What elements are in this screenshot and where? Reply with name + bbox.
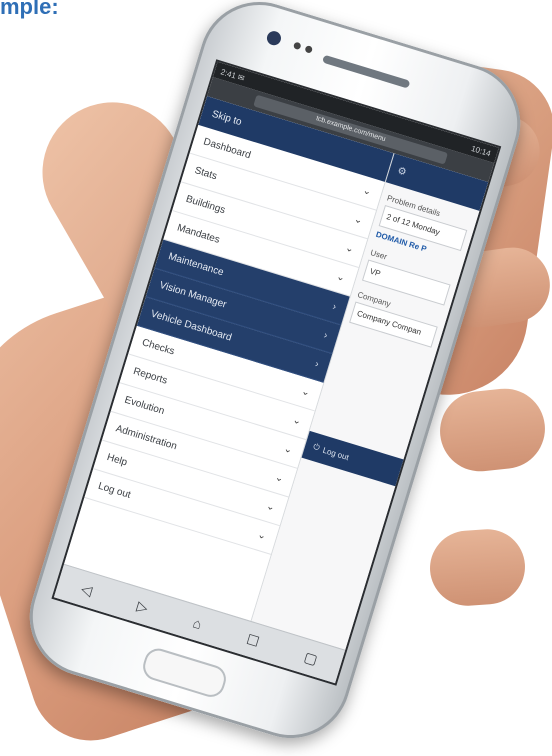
menu-item-label: Evolution bbox=[123, 394, 166, 418]
finger bbox=[427, 526, 528, 609]
menu-item-label: Log out bbox=[96, 480, 132, 501]
bookmarks-icon[interactable]: ☐ bbox=[244, 630, 262, 650]
back-icon[interactable]: ◁ bbox=[79, 580, 94, 599]
forward-icon[interactable]: ▷ bbox=[135, 597, 150, 616]
power-icon: ⏻ bbox=[312, 441, 321, 453]
page-caption: mple: bbox=[0, 0, 59, 19]
menu-item-label: Buildings bbox=[184, 193, 227, 217]
chevron-down-icon: ⌄ bbox=[335, 271, 347, 285]
home-icon[interactable]: ⌂ bbox=[191, 614, 204, 632]
menu-item-label: Reports bbox=[131, 365, 169, 387]
menu-item-label: Stats bbox=[193, 165, 219, 183]
chevron-down-icon: ⌄ bbox=[343, 242, 356, 256]
logout-label: Log out bbox=[321, 445, 351, 462]
sensor bbox=[292, 41, 302, 51]
chevron-right-icon: › bbox=[313, 358, 320, 371]
menu-item-label: Checks bbox=[140, 337, 176, 358]
chevron-right-icon: › bbox=[322, 330, 329, 342]
chevron-down-icon: ⌄ bbox=[264, 500, 277, 514]
chevron-down-icon: ⌄ bbox=[299, 385, 312, 399]
settings-icon[interactable]: ⚙ bbox=[396, 165, 408, 178]
menu-item-label: Dashboard bbox=[202, 136, 253, 162]
chevron-down-icon: ⌄ bbox=[352, 213, 364, 227]
speaker-grill bbox=[322, 54, 411, 89]
menu-item-label: Mandates bbox=[175, 222, 221, 246]
camera-icon bbox=[265, 29, 283, 47]
finger bbox=[436, 384, 549, 476]
logout-button[interactable]: ⏻ Log out bbox=[301, 430, 412, 489]
chevron-down-icon: ⌄ bbox=[291, 414, 303, 428]
sensor bbox=[304, 44, 314, 54]
menu-item-label: Help bbox=[105, 451, 129, 469]
chevron-down-icon: ⌄ bbox=[256, 529, 268, 543]
chevron-down-icon: ⌄ bbox=[361, 185, 373, 199]
tabs-icon[interactable]: ▢ bbox=[302, 648, 319, 668]
chevron-right-icon: › bbox=[331, 301, 338, 313]
chevron-down-icon: ⌄ bbox=[282, 443, 294, 457]
home-button[interactable] bbox=[139, 645, 230, 701]
chevron-down-icon: ⌄ bbox=[273, 472, 285, 485]
